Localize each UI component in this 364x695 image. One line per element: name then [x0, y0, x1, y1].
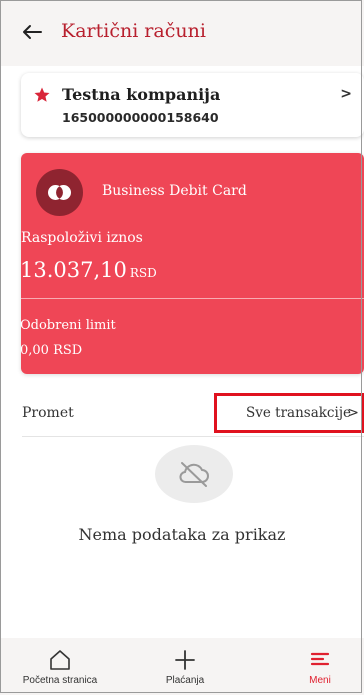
page-title: Kartični računi	[61, 20, 206, 42]
plus-icon	[175, 650, 195, 670]
card-divider	[21, 298, 364, 299]
transactions-section-label: Promet	[22, 405, 74, 421]
home-icon	[50, 650, 70, 670]
empty-state-text: Nema podataka za prikaz	[78, 525, 286, 544]
star-icon	[34, 87, 50, 102]
all-transactions-link[interactable]: Sve transakcije >	[214, 393, 364, 433]
nav-label-menu: Meni	[309, 675, 331, 686]
all-transactions-label: Sve transakcije	[246, 405, 351, 421]
nav-item-home[interactable]: Početna stranica	[10, 638, 110, 695]
available-currency: RSD	[129, 266, 157, 280]
available-amount-row: 13.037,10 RSD	[20, 258, 157, 282]
back-arrow-icon	[23, 25, 42, 39]
section-divider	[22, 436, 364, 437]
cloud-off-icon	[179, 462, 209, 487]
nav-label-home: Početna stranica	[22, 675, 98, 686]
chevron-right-icon: >	[340, 86, 352, 102]
limit-label: Odobreni limit	[20, 318, 116, 333]
account-number: 165000000000158640	[62, 110, 219, 125]
nav-item-menu[interactable]: Meni	[290, 638, 350, 695]
available-amount: 13.037,10	[20, 258, 127, 282]
menu-icon	[310, 652, 330, 666]
card-logo-icon	[36, 169, 83, 216]
app-header: Kartični računi	[0, 0, 364, 66]
empty-state-icon-wrap	[155, 445, 233, 503]
nav-item-payments[interactable]: Plaćanja	[145, 638, 225, 695]
debit-card: Business Debit Card Raspoloživi iznos 13…	[20, 153, 364, 374]
nav-label-payments: Plaćanja	[165, 675, 205, 686]
chevron-right-icon: >	[347, 405, 359, 421]
account-card[interactable]: Testna kompanija 165000000000158640 >	[21, 73, 364, 137]
account-name: Testna kompanija	[62, 85, 221, 104]
back-button[interactable]	[20, 20, 44, 44]
bottom-nav: Početna stranica Plaćanja Meni	[0, 638, 364, 695]
limit-value: 0,00 RSD	[20, 343, 83, 358]
card-name: Business Debit Card	[102, 183, 247, 199]
available-label: Raspoloživi iznos	[21, 230, 143, 246]
